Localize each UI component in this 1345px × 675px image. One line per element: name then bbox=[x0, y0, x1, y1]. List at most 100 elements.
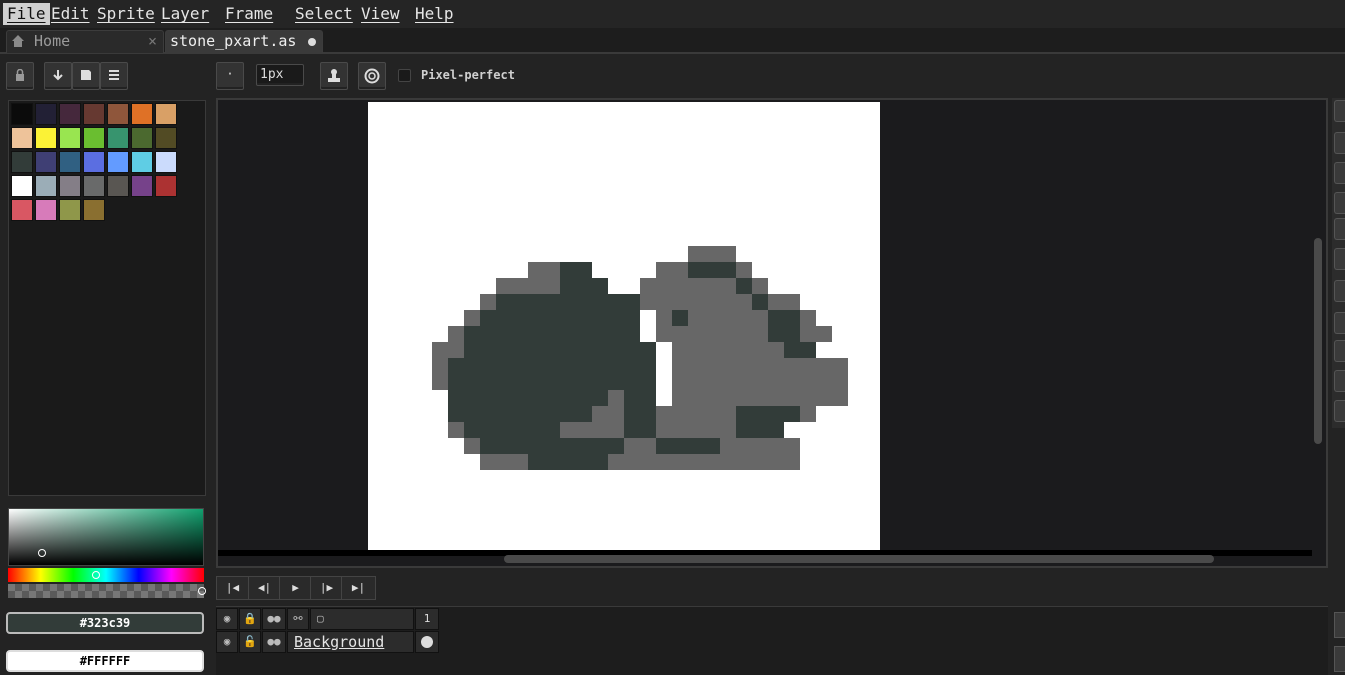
layer-header: ▢ bbox=[310, 608, 414, 630]
menu-sprite[interactable]: Sprite bbox=[97, 4, 155, 23]
menu-help[interactable]: Help bbox=[415, 4, 454, 23]
palette-swatch[interactable] bbox=[83, 103, 105, 125]
palette-swatch[interactable] bbox=[107, 103, 129, 125]
first-frame-icon[interactable]: |◀ bbox=[217, 577, 248, 599]
fill-tool-icon[interactable] bbox=[1334, 280, 1345, 302]
palette-swatch[interactable] bbox=[59, 175, 81, 197]
menu-bar: File Edit Sprite Layer Frame Select View… bbox=[0, 0, 1345, 29]
alpha-slider[interactable] bbox=[8, 584, 206, 598]
timeline-options-button[interactable] bbox=[1334, 646, 1345, 672]
tools-panel bbox=[1332, 98, 1345, 428]
tab-home-label: Home bbox=[34, 32, 71, 50]
ellipse-tool-icon[interactable] bbox=[1334, 370, 1345, 392]
menu-layer[interactable]: Layer bbox=[161, 4, 209, 23]
palette-swatch[interactable] bbox=[131, 175, 153, 197]
load-palette-button[interactable] bbox=[44, 62, 72, 90]
modified-dot-icon bbox=[308, 38, 316, 46]
palette-options-button[interactable] bbox=[100, 62, 128, 90]
layer-continuous-icon[interactable]: ●● bbox=[262, 631, 286, 653]
prev-frame-icon[interactable]: ◀| bbox=[248, 577, 280, 599]
pencil-icon[interactable] bbox=[1334, 132, 1345, 154]
palette-swatch[interactable] bbox=[107, 175, 129, 197]
palette-swatch[interactable] bbox=[11, 175, 33, 197]
palette-swatch[interactable] bbox=[59, 151, 81, 173]
menu-edit[interactable]: Edit bbox=[51, 4, 90, 23]
horizontal-scrollbar[interactable] bbox=[504, 555, 1214, 563]
palette-swatch[interactable] bbox=[11, 103, 33, 125]
palette-swatch[interactable] bbox=[155, 151, 177, 173]
palette-swatch[interactable] bbox=[155, 103, 177, 125]
hue-slider[interactable] bbox=[8, 568, 204, 582]
palette-swatch[interactable] bbox=[107, 151, 129, 173]
palette-swatch[interactable] bbox=[83, 175, 105, 197]
menu-file[interactable]: File bbox=[3, 3, 50, 25]
palette-swatch[interactable] bbox=[83, 199, 105, 221]
timeline-zoom-button[interactable] bbox=[1334, 612, 1345, 638]
target-icon bbox=[364, 68, 380, 84]
alpha-slider-handle[interactable] bbox=[198, 587, 206, 595]
lock-button[interactable] bbox=[6, 62, 34, 90]
saturation-value-picker[interactable] bbox=[8, 508, 204, 566]
line-tool-icon[interactable] bbox=[1334, 312, 1345, 334]
last-frame-icon[interactable]: ▶| bbox=[341, 577, 375, 599]
frame-number[interactable]: 1 bbox=[415, 608, 439, 630]
pixel-perfect-checkbox[interactable] bbox=[398, 69, 411, 82]
palette-swatch[interactable] bbox=[107, 127, 129, 149]
cel-frame-1[interactable] bbox=[415, 631, 439, 653]
tab-home[interactable]: Home × bbox=[6, 30, 164, 53]
foreground-color-bar[interactable]: #323c39 bbox=[6, 612, 204, 634]
palette-swatch[interactable] bbox=[131, 127, 153, 149]
menu-view[interactable]: View bbox=[361, 4, 400, 23]
lock-header-icon[interactable]: 🔒 bbox=[239, 608, 261, 630]
brush-type-button[interactable]: · bbox=[216, 62, 244, 90]
visibility-header-icon[interactable]: ◉ bbox=[216, 608, 238, 630]
arrow-down-icon bbox=[53, 70, 63, 81]
spray-tool-icon[interactable] bbox=[1334, 400, 1345, 422]
eyedropper-tool-icon[interactable] bbox=[1334, 192, 1345, 214]
palette-swatch[interactable] bbox=[59, 103, 81, 125]
tab-stone-file[interactable]: stone_pxart.as bbox=[165, 30, 323, 53]
palette-swatch[interactable] bbox=[131, 103, 153, 125]
palette-swatch[interactable] bbox=[35, 199, 57, 221]
marquee-tool-icon[interactable] bbox=[1334, 100, 1345, 122]
palette-swatch[interactable] bbox=[35, 103, 57, 125]
menu-select[interactable]: Select bbox=[295, 4, 353, 23]
link-icon[interactable]: ⚯ bbox=[287, 608, 309, 630]
eraser-tool-icon[interactable] bbox=[1334, 162, 1345, 184]
palette-swatch[interactable] bbox=[59, 127, 81, 149]
vertical-scrollbar[interactable] bbox=[1314, 238, 1322, 444]
hue-slider-handle[interactable] bbox=[92, 571, 100, 579]
ink-button[interactable] bbox=[320, 62, 348, 90]
rectangle-tool-icon[interactable] bbox=[1334, 340, 1345, 362]
palette-swatch[interactable] bbox=[11, 151, 33, 173]
brush-size-input[interactable]: 1px bbox=[256, 64, 304, 86]
palette-swatch[interactable] bbox=[11, 127, 33, 149]
next-frame-icon[interactable]: |▶ bbox=[310, 577, 342, 599]
palette-swatch[interactable] bbox=[59, 199, 81, 221]
palette-swatch[interactable] bbox=[35, 175, 57, 197]
palette-swatch[interactable] bbox=[131, 151, 153, 173]
move-tool-icon[interactable] bbox=[1334, 248, 1345, 270]
palette-swatch[interactable] bbox=[35, 151, 57, 173]
layer-lock-icon[interactable]: 🔓 bbox=[239, 631, 261, 653]
layer-name-background[interactable]: Background bbox=[287, 631, 414, 653]
close-icon[interactable]: × bbox=[148, 31, 157, 51]
palette-swatch[interactable] bbox=[155, 127, 177, 149]
eye-icon[interactable]: ◉ bbox=[216, 631, 238, 653]
menu-frame[interactable]: Frame bbox=[225, 4, 273, 23]
play-icon[interactable]: ▶ bbox=[279, 577, 311, 599]
palette-swatch[interactable] bbox=[35, 127, 57, 149]
background-color-bar[interactable]: #FFFFFF bbox=[6, 650, 204, 672]
palette-swatch[interactable] bbox=[83, 151, 105, 173]
save-palette-button[interactable] bbox=[72, 62, 100, 90]
continuous-header-icon[interactable]: ●● bbox=[262, 608, 286, 630]
symmetry-button[interactable] bbox=[358, 62, 386, 90]
sprite-canvas[interactable] bbox=[368, 102, 880, 550]
tab-bar: Home × stone_pxart.as bbox=[0, 28, 1345, 54]
lock-icon bbox=[16, 68, 24, 81]
sv-picker-handle[interactable] bbox=[38, 549, 46, 557]
palette-swatch[interactable] bbox=[155, 175, 177, 197]
palette-swatch[interactable] bbox=[11, 199, 33, 221]
palette-swatch[interactable] bbox=[83, 127, 105, 149]
zoom-tool-icon[interactable] bbox=[1334, 218, 1345, 240]
